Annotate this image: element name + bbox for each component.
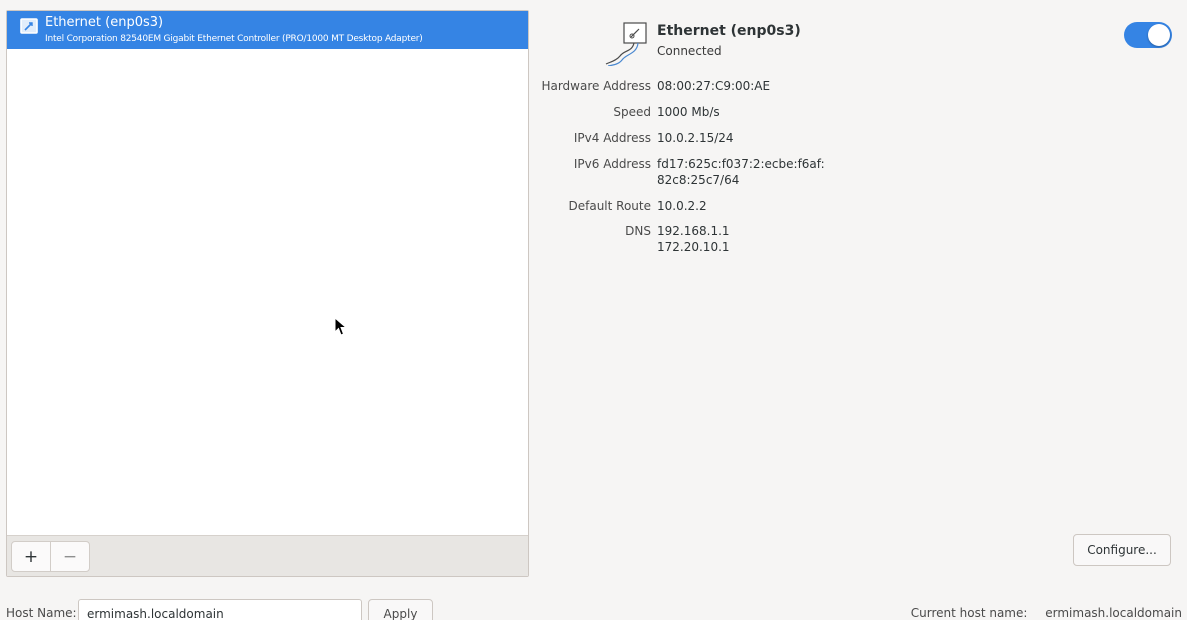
connection-toggle-switch[interactable] xyxy=(1124,22,1172,48)
current-host-name: Current host name: ermimash.localdomain xyxy=(911,606,1182,620)
speed-label: Speed xyxy=(613,105,651,119)
ipv4-address-value: 10.0.2.15/24 xyxy=(657,131,734,145)
current-host-name-value: ermimash.localdomain xyxy=(1045,606,1182,620)
list-toolbar: + − xyxy=(7,535,528,576)
add-connection-button[interactable]: + xyxy=(11,541,51,572)
dns-value-line2: 172.20.10.1 xyxy=(657,240,730,254)
connection-title: Ethernet (enp0s3) xyxy=(45,15,164,30)
toggle-knob xyxy=(1148,24,1170,46)
dns-value-line1: 192.168.1.1 xyxy=(657,224,730,238)
connection-name: Ethernet (enp0s3) xyxy=(657,23,801,39)
apply-button[interactable]: Apply xyxy=(368,599,433,620)
host-name-label: Host Name: xyxy=(6,606,77,620)
remove-connection-button[interactable]: − xyxy=(50,541,90,572)
ipv6-address-label: IPv6 Address xyxy=(573,157,651,171)
hardware-address-label: Hardware Address xyxy=(541,79,651,93)
connection-subtitle: Intel Corporation 82540EM Gigabit Ethern… xyxy=(45,34,423,44)
configure-button[interactable]: Configure... xyxy=(1073,534,1171,566)
default-route-value: 10.0.2.2 xyxy=(657,199,707,213)
network-connections-window: Ethernet (enp0s3) Intel Corporation 8254… xyxy=(0,0,1187,620)
mouse-pointer-icon xyxy=(334,316,348,337)
host-name-input[interactable] xyxy=(78,599,362,620)
speed-value: 1000 Mb/s xyxy=(657,105,720,119)
connection-item-ethernet[interactable]: Ethernet (enp0s3) Intel Corporation 8254… xyxy=(7,11,528,49)
hardware-address-value: 08:00:27:C9:00:AE xyxy=(657,79,771,93)
connection-status: Connected xyxy=(657,44,722,58)
ipv4-address-label: IPv4 Address xyxy=(573,131,651,145)
default-route-label: Default Route xyxy=(568,199,652,213)
network-wired-icon xyxy=(604,20,652,67)
dns-label: DNS xyxy=(625,224,651,238)
network-wired-icon xyxy=(19,17,39,37)
ipv6-address-value-line1: fd17:625c:f037:2:ecbe:f6af: xyxy=(657,157,825,171)
connection-list: Ethernet (enp0s3) Intel Corporation 8254… xyxy=(6,10,529,577)
current-host-name-label: Current host name: xyxy=(910,606,1028,620)
ipv6-address-value-line2: 82c8:25c7/64 xyxy=(657,173,740,187)
